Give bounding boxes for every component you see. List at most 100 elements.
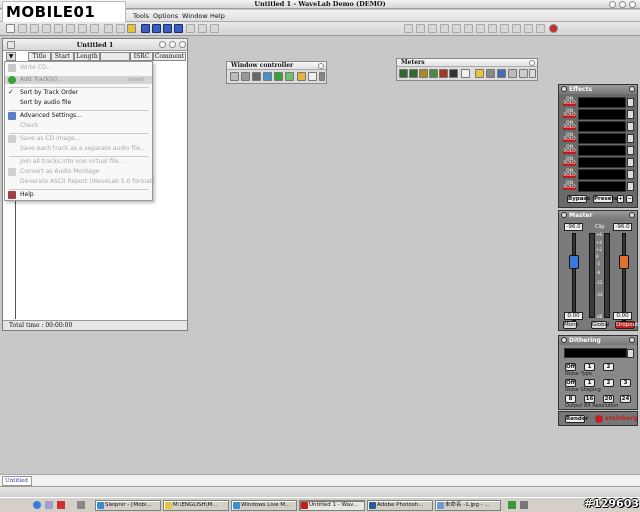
- noise-shaping-off-button[interactable]: Off: [565, 379, 576, 387]
- grid-icon[interactable]: [186, 24, 195, 33]
- taskbar-windows-live[interactable]: Windows Live M...: [231, 500, 297, 511]
- slot-2-onsolo[interactable]: ON SOLO: [563, 109, 576, 118]
- quicklaunch-ie-icon[interactable]: [33, 501, 41, 509]
- tray-network-icon[interactable]: [508, 501, 516, 509]
- new-file-icon[interactable]: [6, 24, 15, 33]
- copy-icon[interactable]: [78, 24, 87, 33]
- effect-slot-1[interactable]: [578, 97, 626, 108]
- marker-move-icon[interactable]: [440, 24, 449, 33]
- settings-icon[interactable]: [198, 24, 207, 33]
- add-effect-icon[interactable]: +: [617, 195, 624, 203]
- marker-next-icon[interactable]: [428, 24, 437, 33]
- effect-slot-7[interactable]: [578, 169, 626, 180]
- link-icon[interactable]: [116, 24, 125, 33]
- document-close-button[interactable]: [179, 41, 186, 48]
- play-icon[interactable]: [536, 24, 545, 33]
- speaker-icon[interactable]: [127, 24, 136, 33]
- dithering-plugin-select[interactable]: [564, 348, 627, 358]
- oscilloscope-icon[interactable]: [439, 69, 448, 78]
- bits-20-button[interactable]: 20: [603, 395, 614, 403]
- right-fader-knob[interactable]: [619, 255, 629, 269]
- effect-slot-4[interactable]: [578, 133, 626, 144]
- layout-icon-3[interactable]: [163, 24, 172, 33]
- effect-slot-3-arrow-icon[interactable]: [627, 122, 634, 131]
- effect-slot-5-arrow-icon[interactable]: [627, 146, 634, 155]
- bits-24-button[interactable]: 24: [620, 395, 631, 403]
- taskbar-explorer[interactable]: M:\ENGLISH\M...: [163, 500, 229, 511]
- noise-type-2-button[interactable]: 2: [603, 363, 614, 371]
- tools-icon[interactable]: [297, 72, 306, 81]
- menu-item-sort-track-order[interactable]: Sort by Track Order: [20, 89, 78, 97]
- window-controller-close-button[interactable]: [318, 63, 324, 69]
- redo-icon[interactable]: [54, 24, 63, 33]
- menu-item-add-tracks[interactable]: Add Track(s)... Insert: [5, 76, 152, 84]
- document-menu-icon[interactable]: [7, 41, 15, 49]
- open-icon[interactable]: [18, 24, 27, 33]
- effect-slot-7-arrow-icon[interactable]: [627, 170, 634, 179]
- effect-slot-6-arrow-icon[interactable]: [627, 158, 634, 167]
- record-icon[interactable]: [549, 24, 558, 33]
- slot-8-onsolo[interactable]: ON SOLO: [563, 181, 576, 190]
- marker-add-icon[interactable]: [404, 24, 413, 33]
- global-button[interactable]: Global: [591, 321, 610, 329]
- slot-1-onsolo[interactable]: ON SOLO: [563, 97, 576, 106]
- dithering-power-icon[interactable]: [561, 337, 567, 343]
- meter-reset-icon[interactable]: [519, 69, 528, 78]
- slot-5-onsolo[interactable]: ON SOLO: [563, 145, 576, 154]
- noise-shaping-3-button[interactable]: 3: [620, 379, 631, 387]
- slot-3-onsolo[interactable]: ON SOLO: [563, 121, 576, 130]
- menu-help[interactable]: Help: [210, 11, 225, 21]
- dithering-plugin-arrow-icon[interactable]: [627, 349, 634, 358]
- undo-icon[interactable]: [42, 24, 51, 33]
- bits-16-button[interactable]: 16: [584, 395, 595, 403]
- remove-effect-icon[interactable]: −: [626, 195, 633, 203]
- column-title[interactable]: Title: [28, 52, 51, 61]
- menu-item-sort-audio-file[interactable]: Sort by audio file: [20, 99, 71, 107]
- meters-close-button[interactable]: [529, 60, 535, 66]
- effects-menu-icon[interactable]: [629, 86, 635, 92]
- meter-input-icon[interactable]: [497, 69, 506, 78]
- meter-settings-icon[interactable]: [486, 69, 495, 78]
- bits-8-button[interactable]: 8: [565, 395, 576, 403]
- clock-icon[interactable]: [308, 72, 317, 81]
- noise-type-off-button[interactable]: Off: [565, 363, 576, 371]
- effect-slot-8[interactable]: [578, 181, 626, 192]
- menu-item-save-cd-image[interactable]: Save as CD image...: [20, 135, 80, 143]
- forward-icon[interactable]: [488, 24, 497, 33]
- wave-window-icon[interactable]: [230, 72, 239, 81]
- taskbar-photoshop[interactable]: Adobe Photosh...: [367, 500, 433, 511]
- document-maximize-button[interactable]: [169, 41, 176, 48]
- master-power-icon[interactable]: [561, 212, 567, 218]
- marker-icon[interactable]: [210, 24, 219, 33]
- taskbar-wavelab[interactable]: Untitled 1 - Wav...: [299, 500, 365, 511]
- mono-button[interactable]: Mono: [563, 321, 579, 329]
- dropout-button[interactable]: Dropout: [615, 321, 638, 329]
- cut-icon[interactable]: [66, 24, 75, 33]
- effect-slot-5[interactable]: [578, 145, 626, 156]
- rewind-icon[interactable]: [476, 24, 485, 33]
- slot-4-onsolo[interactable]: ON SOLO: [563, 133, 576, 142]
- menu-item-ascii-report[interactable]: Generate ASCII Report (WaveLab 5.0 forma…: [20, 178, 155, 186]
- column-flags[interactable]: [100, 52, 130, 61]
- slot-7-onsolo[interactable]: ON SOLO: [563, 169, 576, 178]
- effect-slot-2[interactable]: [578, 109, 626, 120]
- noise-shaping-1-button[interactable]: 1: [584, 379, 595, 387]
- quicklaunch-app-icon[interactable]: [45, 501, 53, 509]
- document-minimize-button[interactable]: [159, 41, 166, 48]
- layout-icon-4[interactable]: [174, 24, 183, 33]
- menu-item-help[interactable]: Help: [20, 191, 34, 199]
- effect-slot-2-arrow-icon[interactable]: [627, 110, 634, 119]
- layout-icon-1[interactable]: [141, 24, 150, 33]
- column-comment[interactable]: Comment: [153, 52, 186, 61]
- montage-window-icon[interactable]: [241, 72, 250, 81]
- microphone-icon[interactable]: [319, 72, 325, 81]
- taskbar-sleipnir[interactable]: Sleipnir - [Mobi...: [95, 500, 161, 511]
- bit-meter-icon[interactable]: [461, 69, 470, 78]
- column-isrc[interactable]: ISRC: [130, 52, 153, 61]
- noise-type-1-button[interactable]: 1: [584, 363, 595, 371]
- podcast-window-icon[interactable]: [285, 72, 294, 81]
- slot-6-onsolo[interactable]: ON SOLO: [563, 157, 576, 166]
- effect-slot-8-arrow-icon[interactable]: [627, 182, 634, 191]
- menu-item-advanced-settings[interactable]: Advanced Settings...: [20, 112, 82, 120]
- meter-freeze-icon[interactable]: [508, 69, 517, 78]
